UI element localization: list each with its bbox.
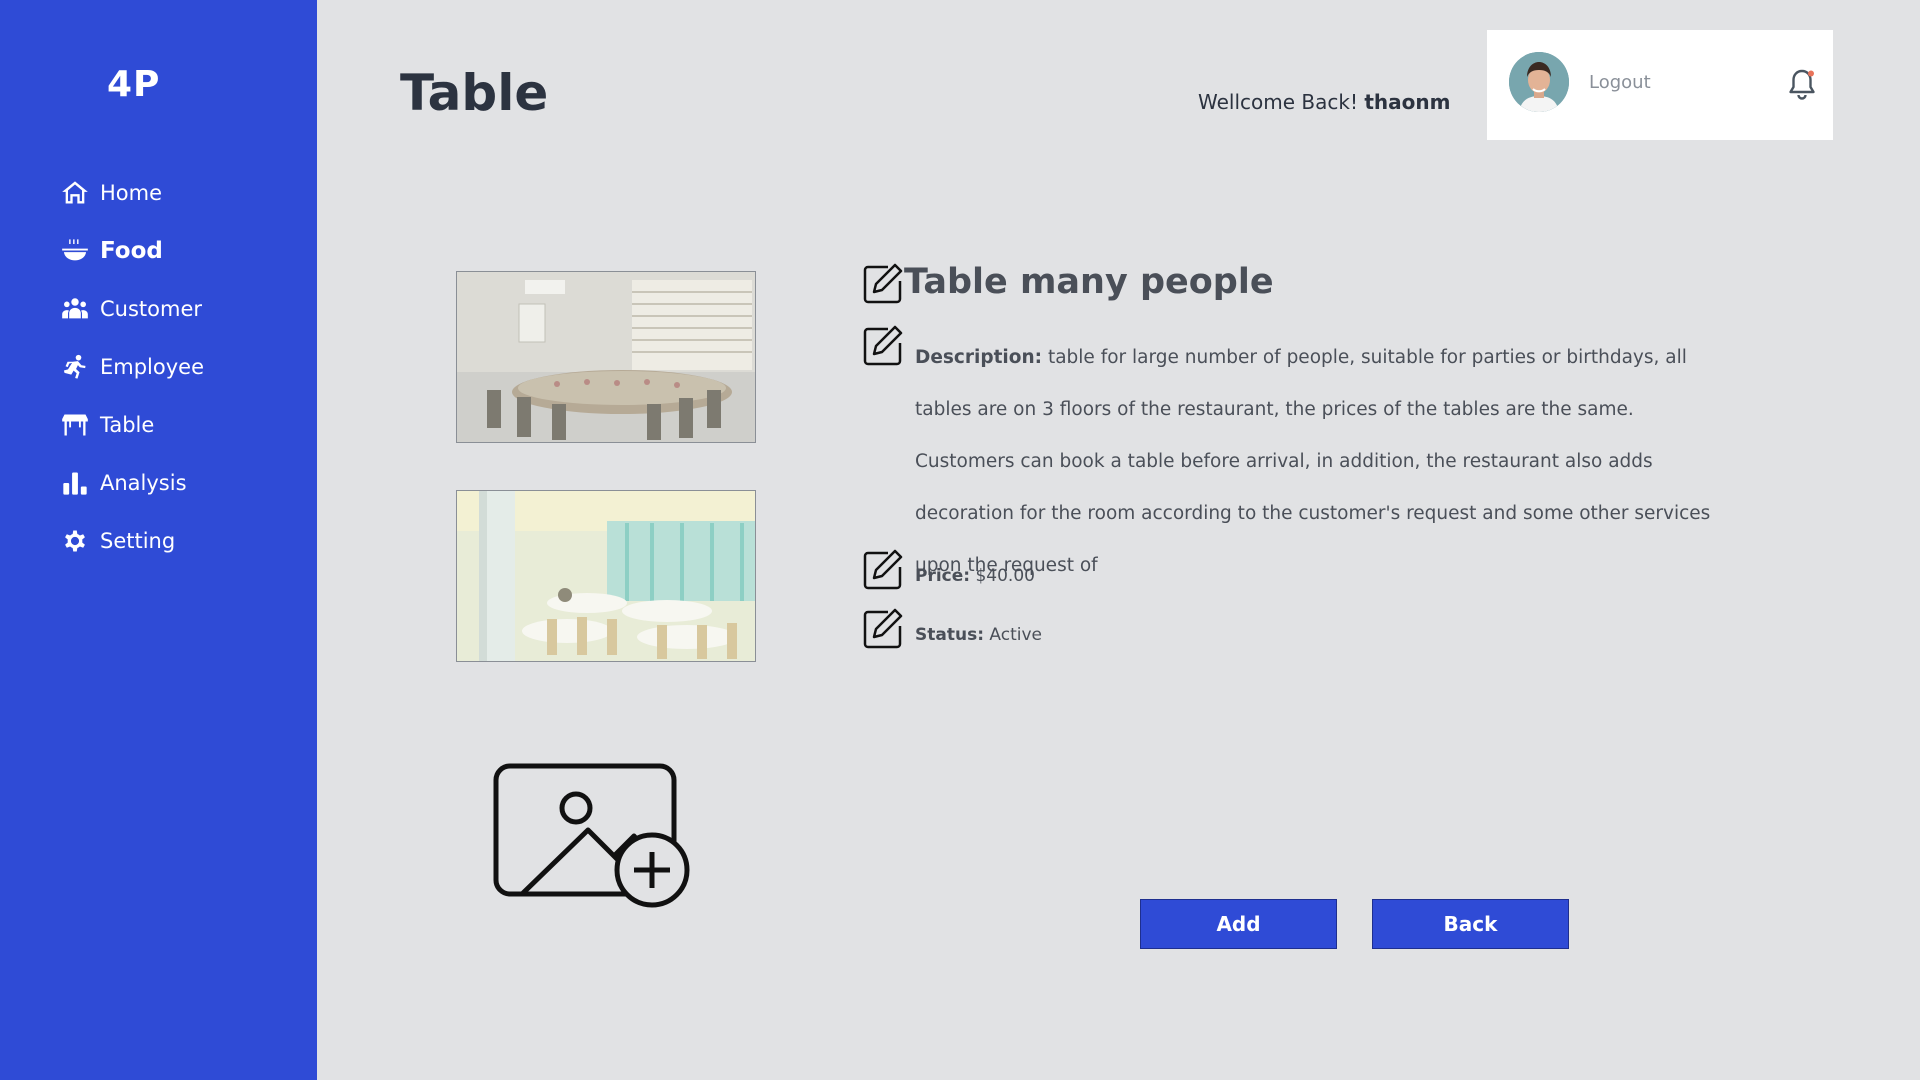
welcome-message: Wellcome Back! thaonm (1198, 90, 1450, 114)
edit-status-icon[interactable] (862, 608, 904, 650)
table-icon (60, 410, 90, 440)
sidebar-item-table[interactable]: Table (60, 396, 204, 454)
home-icon (60, 178, 90, 208)
users-icon (60, 294, 90, 324)
sidebar-item-label: Analysis (100, 471, 187, 495)
description-text: table for large number of people, suitab… (915, 347, 1711, 576)
price-label: Price: (915, 566, 971, 586)
welcome-text: Wellcome Back! (1198, 90, 1358, 114)
username: thaonm (1364, 90, 1451, 114)
add-image-button[interactable] (492, 762, 692, 910)
avatar[interactable] (1509, 52, 1569, 112)
sidebar-item-label: Food (100, 238, 163, 264)
price-value: $40.00 (975, 566, 1035, 586)
edit-price-icon[interactable] (862, 549, 904, 591)
status-value: Active (989, 625, 1042, 645)
food-bowl-icon (60, 236, 90, 266)
back-button[interactable]: Back (1372, 899, 1569, 949)
description-label: Description: (915, 347, 1043, 368)
add-button[interactable]: Add (1140, 899, 1337, 949)
status-field: Status: Active (915, 625, 1042, 645)
status-label: Status: (915, 625, 984, 645)
sidebar: 4P Home Food Customer Employee Table Ana… (0, 0, 317, 1080)
sidebar-item-label: Setting (100, 529, 176, 553)
table-photo-2 (456, 490, 756, 662)
price-field: Price: $40.00 (915, 566, 1035, 586)
sidebar-item-home[interactable]: Home (60, 164, 204, 222)
gear-icon (60, 526, 90, 556)
description: Description: table for large number of p… (915, 332, 1735, 592)
sidebar-nav: Home Food Customer Employee Table Analys… (60, 164, 204, 570)
bell-icon[interactable] (1787, 68, 1817, 102)
sidebar-item-analysis[interactable]: Analysis (60, 454, 204, 512)
employee-icon (60, 352, 90, 382)
bar-chart-icon (60, 468, 90, 498)
sidebar-item-setting[interactable]: Setting (60, 512, 204, 570)
sidebar-item-employee[interactable]: Employee (60, 338, 204, 396)
edit-description-icon[interactable] (862, 325, 904, 367)
sidebar-item-label: Customer (100, 297, 203, 321)
table-photo-1 (456, 271, 756, 443)
logout-link[interactable]: Logout (1589, 72, 1651, 93)
sidebar-item-label: Employee (100, 355, 205, 379)
sidebar-item-food[interactable]: Food (60, 222, 204, 280)
sidebar-item-label: Table (100, 413, 155, 437)
app-logo: 4P (107, 64, 161, 105)
edit-name-icon[interactable] (862, 263, 904, 305)
user-card: Logout (1487, 30, 1833, 140)
item-name: Table many people (904, 262, 1274, 302)
page-title: Table (400, 64, 549, 122)
sidebar-item-label: Home (100, 181, 163, 205)
sidebar-item-customer[interactable]: Customer (60, 280, 204, 338)
